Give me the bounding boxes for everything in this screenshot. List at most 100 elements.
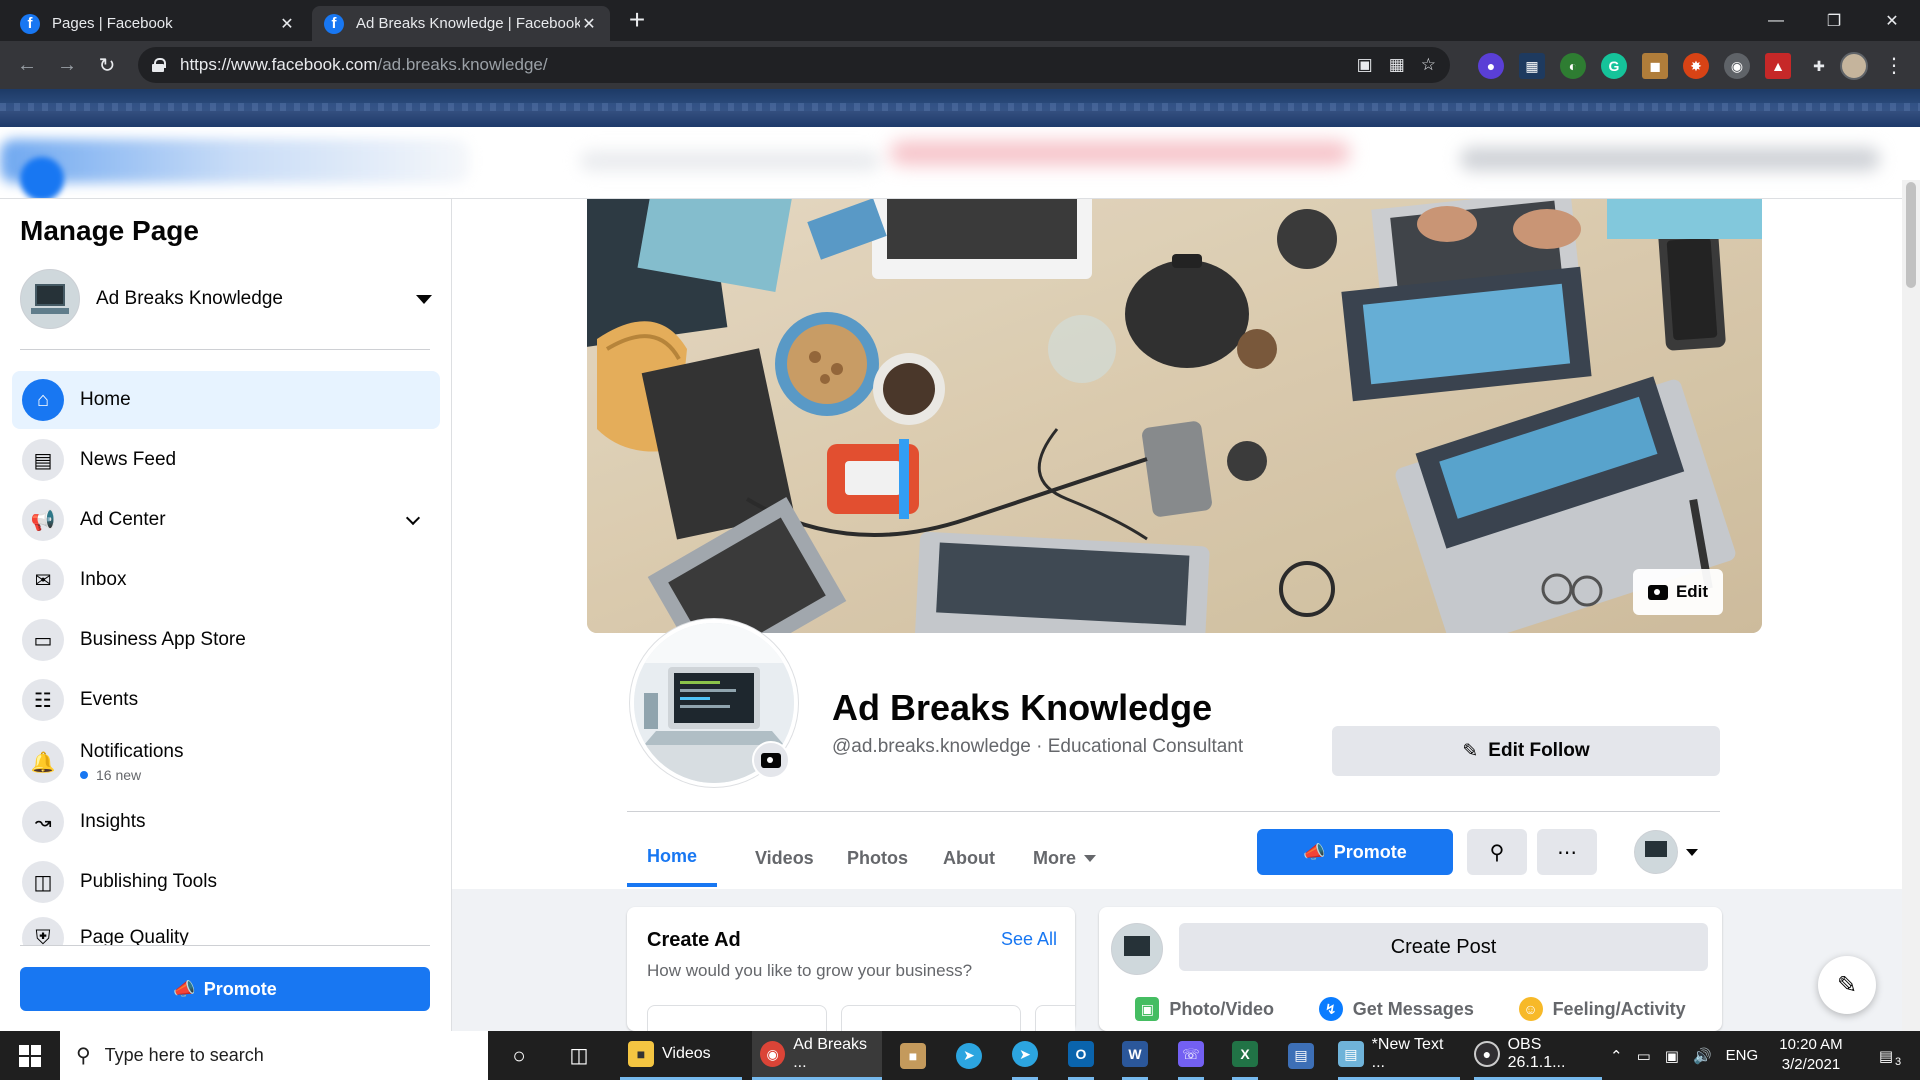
create-post-button[interactable]: Create Post [1179,923,1708,971]
calendar-icon: ☷ [22,679,64,721]
edit-cover-label: Edit [1675,582,1709,601]
divider [20,945,430,946]
folder-icon: ■ [628,1041,654,1067]
close-tab-icon[interactable]: ✕ [580,14,598,34]
new-tab-button[interactable]: + [622,6,652,36]
photo-video-button[interactable]: ▣ Photo/Video [1135,997,1274,1021]
url-host: https://www.facebook.com [180,55,378,74]
task-view-icon[interactable]: ◫ [562,1031,596,1080]
more-options-button[interactable]: ⋯ [1537,829,1597,875]
edit-cover-button[interactable]: Edit [1633,569,1723,615]
taskbar-app-chrome[interactable]: ◉ Ad Breaks ... [752,1031,882,1080]
language-indicator[interactable]: ENG [1726,1047,1759,1064]
extension-icon[interactable]: ● [1478,53,1504,79]
tab-more[interactable]: More [1013,829,1116,887]
extension-icon[interactable]: ◼ [1642,53,1668,79]
promote-button[interactable]: 📣 Promote [20,967,430,1011]
edit-follow-button[interactable]: ✎ Edit Follow [1332,726,1720,776]
notification-count: 16 new [80,767,184,783]
home-icon: ⌂ [22,379,64,421]
taskbar-search[interactable]: ⚲ Type here to search [60,1031,488,1080]
pencil-icon: ✎ [1462,740,1479,762]
action-center-button[interactable]: ▤ 3 [1868,1031,1912,1080]
page-avatar [20,269,80,329]
address-bar[interactable]: https://www.facebook.com/ad.breaks.knowl… [138,47,1450,83]
sidebar-item-inbox[interactable]: ✉ Inbox [12,551,440,609]
network-icon[interactable]: ▣ [1665,1047,1679,1065]
minimize-button[interactable]: — [1754,0,1798,41]
close-tab-icon[interactable]: ✕ [278,14,296,34]
cover-photo[interactable] [587,199,1762,633]
taskbar-app-obs[interactable]: ● OBS 26.1.1... [1474,1031,1602,1080]
tab-photos[interactable]: Photos [827,829,928,887]
insights-icon: ↝ [22,801,64,843]
update-profile-picture-button[interactable] [752,741,790,779]
sidebar-item-business-app-store[interactable]: ▭ Business App Store [12,611,440,669]
tab-about[interactable]: About [923,829,1015,887]
taskbar-app[interactable]: ■ [900,1031,926,1080]
browser-tab-ad-breaks[interactable]: f Ad Breaks Knowledge | Facebook ✕ [312,6,610,41]
sidebar-item-insights[interactable]: ↝ Insights [12,793,440,851]
app-icon: ■ [900,1042,926,1069]
browser-tab-pages[interactable]: f Pages | Facebook ✕ [8,6,308,41]
see-all-link[interactable]: See All [1001,929,1057,950]
sidebar-item-label: Page Quality [80,927,189,945]
taskbar-app-word[interactable]: W [1122,1031,1148,1080]
taskbar-app-telegram[interactable]: ➤ [956,1031,982,1080]
extension-icon[interactable]: ✸ [1683,53,1709,79]
taskbar-app-notepad[interactable]: ▤ *New Text ... [1338,1031,1460,1080]
sidebar-item-events[interactable]: ☷ Events [12,671,440,729]
forward-icon[interactable]: → [50,48,84,82]
tab-home[interactable]: Home [627,829,718,887]
taskbar-app-network[interactable]: ▤ [1288,1031,1314,1080]
system-clock[interactable]: 10:20 AM 3/2/2021 [1756,1035,1866,1075]
sidebar-item-publishing-tools[interactable]: ◫ Publishing Tools [12,853,440,911]
page-scrollbar[interactable] [1902,180,1920,1031]
sidebar-item-page-quality[interactable]: ⛨ Page Quality [12,913,440,945]
close-window-button[interactable]: ✕ [1870,0,1914,41]
create-post-label: Create Post [1390,935,1497,958]
promote-button[interactable]: 📣 Promote [1257,829,1453,875]
page-header-card: Edit Ad Breaks Knowledge @ad.breaks.know [452,199,1902,889]
get-messages-button[interactable]: ↯ Get Messages [1318,997,1474,1021]
scrollbar-thumb[interactable] [1906,182,1916,288]
qr-code-icon[interactable]: ▦ [1389,55,1405,75]
windows-taskbar: ⚲ Type here to search ○ ◫ ■ Videos ◉ Ad … [0,1031,1920,1080]
extension-icon[interactable]: ▲ [1765,53,1791,79]
extension-icon[interactable]: ◐ [1560,53,1586,79]
extension-icon[interactable]: ▦ [1519,53,1545,79]
taskbar-app-viber[interactable]: ☏ [1178,1031,1204,1080]
tab-videos[interactable]: Videos [735,829,834,887]
restore-button[interactable]: ❐ [1812,0,1856,41]
sidebar-item-news-feed[interactable]: ▤ News Feed [12,431,440,489]
taskbar-app-outlook[interactable]: O [1068,1031,1094,1080]
battery-icon[interactable]: ▭ [1637,1047,1651,1065]
feeling-activity-button[interactable]: ☺ Feeling/Activity [1518,997,1686,1021]
cast-icon[interactable]: ▣ [1357,55,1373,75]
browser-menu-icon[interactable]: ⋮ [1884,53,1904,78]
start-button[interactable] [0,1031,60,1080]
browser-profile-avatar[interactable] [1840,52,1868,80]
account-switcher[interactable] [1634,829,1708,875]
grammarly-icon[interactable]: G [1601,53,1627,79]
bookmark-star-icon[interactable]: ☆ [1421,55,1436,75]
sidebar-item-home[interactable]: ⌂ Home [12,371,440,429]
taskbar-app-videos[interactable]: ■ Videos [620,1031,742,1080]
sidebar-item-notifications[interactable]: 🔔 Notifications 16 new [12,731,440,793]
back-icon[interactable]: ← [10,48,44,82]
taskbar-app-telegram[interactable]: ➤ [1012,1031,1038,1080]
new-message-button[interactable]: ✎ [1818,956,1876,1014]
taskbar-app-excel[interactable]: X [1232,1031,1258,1080]
volume-icon[interactable]: 🔊 [1693,1047,1712,1065]
search-button[interactable]: ⚲ [1467,829,1527,875]
chevron-up-icon[interactable]: ⌃ [1610,1047,1623,1065]
caret-down-icon[interactable] [416,294,432,304]
extensions-area: ● ▦ ◐ G ◼ ✸ ◉ ▲ ✚ [1478,53,1832,79]
sidebar-item-ad-center[interactable]: 📢 Ad Center [12,491,440,549]
extension-icon[interactable]: ◉ [1724,53,1750,79]
cortana-icon[interactable]: ○ [504,1031,534,1080]
reload-icon[interactable]: ↻ [90,48,124,82]
chevron-down-icon[interactable] [405,510,421,526]
extensions-puzzle-icon[interactable]: ✚ [1806,53,1832,79]
page-switcher[interactable]: Ad Breaks Knowledge [20,269,432,329]
